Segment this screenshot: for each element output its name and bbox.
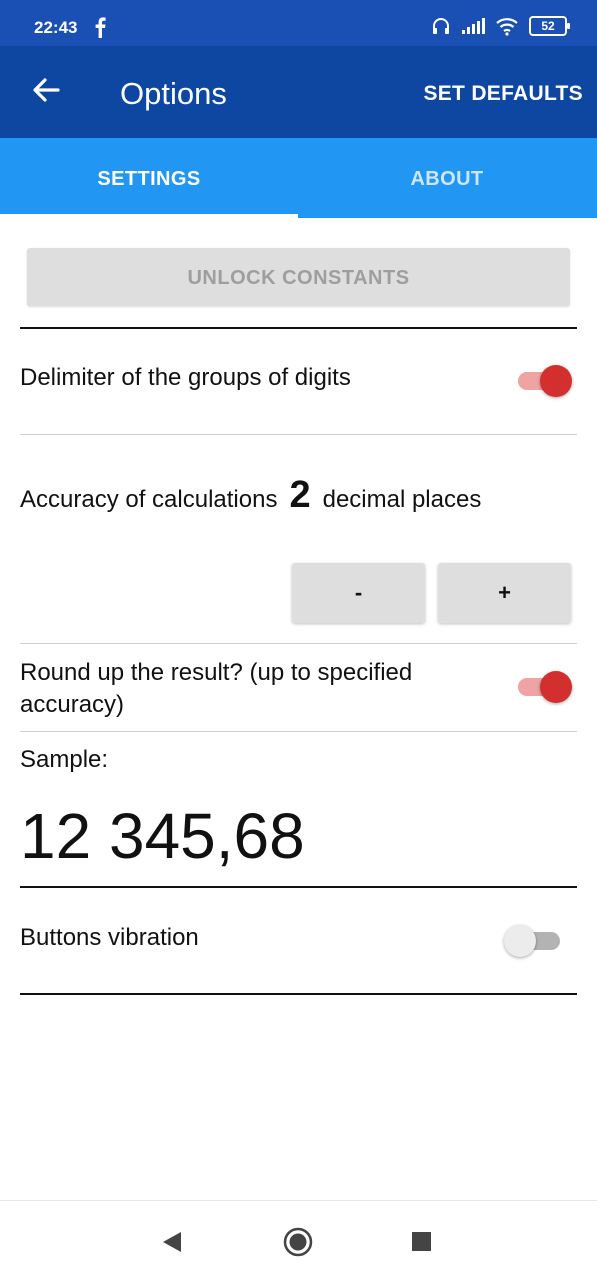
decrease-accuracy-button[interactable]: -: [292, 563, 425, 623]
home-nav-icon[interactable]: [283, 1227, 313, 1257]
tab-indicator: [0, 214, 298, 218]
headphones-icon: [433, 18, 449, 34]
round-result-switch[interactable]: [514, 671, 572, 703]
accuracy-prefix: Accuracy of calculations: [20, 486, 278, 513]
tab-about[interactable]: ABOUT: [298, 138, 596, 218]
app-toolbar: Options SET DEFAULTS: [0, 46, 597, 138]
sample-value: 12 345,68: [20, 800, 305, 872]
divider: [20, 327, 577, 329]
system-nav-bar: [0, 1200, 597, 1281]
wifi-icon: [496, 18, 518, 36]
round-label-line1: Round up the result? (up to specified: [20, 659, 413, 686]
switch-thumb: [504, 925, 536, 957]
tab-bar: SETTINGS ABOUT: [0, 138, 597, 218]
vibration-label: Buttons vibration: [20, 924, 199, 951]
switch-thumb: [540, 671, 572, 703]
facebook-icon: [95, 17, 106, 38]
unlock-constants-button[interactable]: UNLOCK CONSTANTS: [27, 248, 570, 306]
increase-accuracy-button[interactable]: +: [438, 563, 571, 623]
page-title: Options: [120, 76, 227, 111]
signal-icon: [462, 18, 485, 34]
tab-settings[interactable]: SETTINGS: [0, 138, 298, 218]
round-label-line2: accuracy): [20, 691, 125, 718]
divider: [20, 993, 577, 995]
status-time: 22:43: [34, 18, 78, 37]
back-arrow-icon[interactable]: [28, 72, 64, 108]
vibration-switch[interactable]: [504, 925, 564, 957]
accuracy-row: Accuracy of calculations 2 decimal place…: [20, 474, 481, 517]
switch-thumb: [540, 365, 572, 397]
status-bar: 22:43 52: [0, 0, 597, 46]
back-nav-icon[interactable]: [162, 1231, 182, 1253]
status-icons: 52: [431, 16, 570, 36]
accuracy-suffix: decimal places: [322, 486, 482, 513]
divider: [20, 434, 577, 435]
battery-icon: 52: [529, 16, 570, 36]
recents-nav-icon[interactable]: [412, 1232, 431, 1251]
sample-label: Sample:: [20, 746, 109, 773]
delimiter-label: Delimiter of the groups of digits: [20, 364, 351, 391]
delimiter-switch[interactable]: [514, 365, 572, 397]
divider: [20, 886, 577, 888]
accuracy-value: 2: [289, 474, 311, 516]
divider: [20, 731, 577, 732]
set-defaults-button[interactable]: SET DEFAULTS: [423, 82, 583, 106]
divider: [20, 643, 577, 644]
